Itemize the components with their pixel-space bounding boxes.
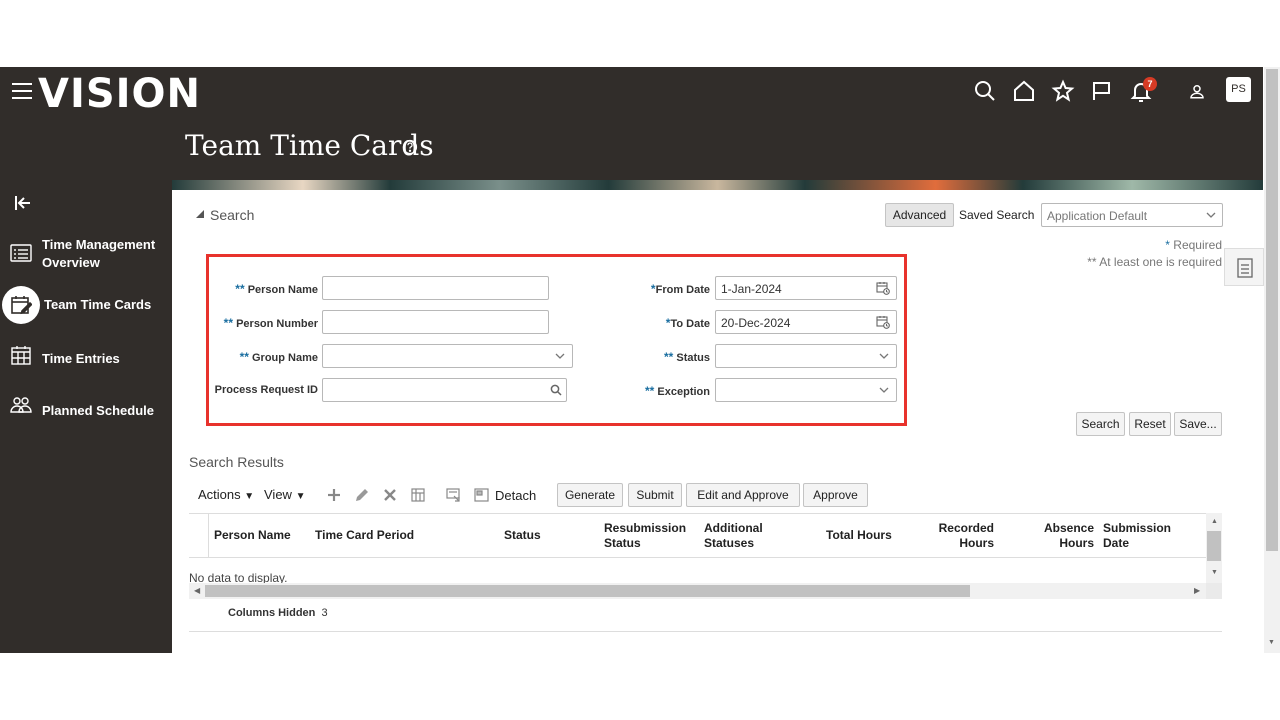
saved-search-value: Application Default bbox=[1047, 209, 1148, 223]
list-icon bbox=[10, 244, 32, 262]
sidebar-item-label: Planned Schedule bbox=[42, 403, 154, 418]
document-icon bbox=[1237, 258, 1253, 278]
edit-pencil-icon[interactable] bbox=[354, 487, 370, 503]
column-header-additional-statuses[interactable]: Additional Statuses bbox=[704, 521, 763, 551]
page-panel-tab[interactable] bbox=[1224, 248, 1264, 286]
page-scroll-thumb[interactable] bbox=[1266, 69, 1278, 551]
row-selector-column bbox=[189, 513, 209, 557]
actions-menu[interactable]: Actions ▼ bbox=[198, 487, 254, 502]
collapse-triangle-icon[interactable] bbox=[196, 210, 204, 218]
calendar-edit-icon bbox=[11, 296, 32, 315]
sidebar-item-label: Time Management bbox=[42, 237, 156, 252]
saved-search-select[interactable]: Application Default bbox=[1041, 203, 1223, 227]
collapse-sidebar-icon[interactable] bbox=[14, 195, 32, 211]
column-header-status[interactable]: Status bbox=[504, 528, 541, 543]
sidebar-item-time-entries[interactable]: Time Entries bbox=[0, 344, 172, 374]
delete-x-icon[interactable] bbox=[382, 487, 398, 503]
global-header: VISION 7 PS Team Time Cards bbox=[0, 67, 1263, 180]
edit-and-approve-button[interactable]: Edit and Approve bbox=[686, 483, 800, 507]
detach-icon[interactable] bbox=[474, 487, 490, 503]
page-vertical-scrollbar[interactable]: ▼ bbox=[1264, 67, 1280, 653]
sidebar: Time Management Overview Team Time Cards… bbox=[0, 180, 172, 653]
highlight-box bbox=[206, 254, 907, 426]
table-horizontal-scroll-thumb[interactable] bbox=[205, 585, 970, 597]
table-vertical-scrollbar[interactable]: ▲ ▼ bbox=[1206, 513, 1222, 583]
required-note: * Required bbox=[1165, 238, 1222, 252]
table-top-border bbox=[189, 513, 1222, 514]
wrap-icon[interactable] bbox=[446, 487, 462, 503]
scroll-up-arrow-icon[interactable]: ▲ bbox=[1211, 518, 1218, 525]
column-header-total-hours[interactable]: Total Hours bbox=[826, 528, 892, 543]
flag-icon[interactable] bbox=[1090, 79, 1114, 103]
sidebar-item-time-management-overview[interactable]: Time Management Overview bbox=[0, 236, 172, 272]
notification-count-badge: 7 bbox=[1143, 77, 1157, 91]
generate-button[interactable]: Generate bbox=[557, 483, 623, 507]
table-bottom-border bbox=[189, 631, 1222, 632]
table-header-divider bbox=[189, 557, 1206, 558]
detach-button[interactable]: Detach bbox=[495, 488, 536, 503]
columns-hidden-info: Columns Hidden 3 bbox=[228, 607, 328, 619]
page-title: Team Time Cards bbox=[185, 129, 434, 162]
star-icon[interactable] bbox=[1051, 79, 1075, 103]
advanced-button[interactable]: Advanced bbox=[885, 203, 954, 227]
table-vertical-scroll-thumb[interactable] bbox=[1207, 531, 1221, 561]
at-least-one-note: ** At least one is required bbox=[1087, 255, 1222, 269]
freeze-columns-icon[interactable] bbox=[410, 487, 426, 503]
help-icon[interactable] bbox=[402, 139, 418, 155]
reset-button[interactable]: Reset bbox=[1129, 412, 1171, 436]
people-icon bbox=[10, 397, 32, 413]
chevron-down-icon bbox=[1206, 212, 1216, 218]
scroll-down-arrow-icon[interactable]: ▼ bbox=[1211, 569, 1218, 576]
search-section-header[interactable]: Search bbox=[210, 207, 254, 223]
caret-down-icon: ▼ bbox=[244, 491, 255, 502]
add-icon[interactable] bbox=[326, 487, 342, 503]
home-icon[interactable] bbox=[1012, 79, 1036, 103]
sidebar-item-label-line2: Overview bbox=[42, 255, 100, 270]
hamburger-menu-icon[interactable] bbox=[12, 83, 32, 101]
user-avatar[interactable]: PS bbox=[1226, 77, 1251, 102]
sidebar-item-label: Team Time Cards bbox=[44, 297, 152, 312]
view-menu[interactable]: View ▼ bbox=[264, 487, 305, 502]
app-logo[interactable]: VISION bbox=[38, 71, 201, 117]
search-results-title: Search Results bbox=[189, 454, 284, 470]
sidebar-item-team-time-cards[interactable]: Team Time Cards bbox=[0, 286, 172, 324]
scroll-left-arrow-icon[interactable]: ◀ bbox=[194, 586, 200, 595]
column-header-time-card-period[interactable]: Time Card Period bbox=[315, 528, 414, 543]
scroll-corner bbox=[1206, 583, 1222, 599]
submit-button[interactable]: Submit bbox=[628, 483, 682, 507]
saved-search-label: Saved Search bbox=[959, 208, 1035, 222]
approve-button[interactable]: Approve bbox=[803, 483, 868, 507]
search-button[interactable]: Search bbox=[1076, 412, 1125, 436]
scroll-right-arrow-icon[interactable]: ▶ bbox=[1194, 586, 1200, 595]
column-header-absence-hours[interactable]: Absence Hours bbox=[1030, 521, 1094, 551]
column-header-recorded-hours[interactable]: Recorded Hours bbox=[930, 521, 994, 551]
sidebar-item-label: Time Entries bbox=[42, 351, 120, 366]
column-header-resubmission-status[interactable]: Resubmission Status bbox=[604, 521, 686, 551]
user-icon[interactable] bbox=[1188, 82, 1206, 100]
caret-down-icon: ▼ bbox=[295, 491, 306, 502]
sidebar-item-planned-schedule[interactable]: Planned Schedule bbox=[0, 396, 172, 426]
decorative-banner bbox=[172, 180, 1263, 190]
column-header-person-name[interactable]: Person Name bbox=[214, 528, 291, 543]
page-scroll-down-arrow-icon[interactable]: ▼ bbox=[1268, 639, 1275, 646]
app-frame: VISION 7 PS Team Time Cards Time Managem… bbox=[0, 67, 1280, 653]
search-icon[interactable] bbox=[973, 79, 997, 103]
table-horizontal-scrollbar[interactable]: ◀ ▶ bbox=[189, 583, 1206, 599]
save-search-button[interactable]: Save... bbox=[1174, 412, 1222, 436]
column-header-submission-date[interactable]: Submission Date bbox=[1103, 521, 1171, 551]
calendar-grid-icon bbox=[11, 346, 31, 365]
